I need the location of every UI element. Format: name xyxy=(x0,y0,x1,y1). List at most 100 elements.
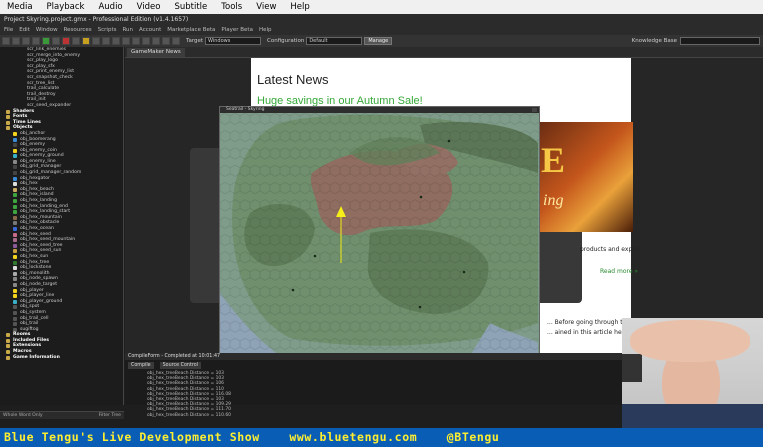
enemy-marker xyxy=(291,288,295,292)
news-tab-bar: GameMaker News xyxy=(125,47,763,58)
add-sound-icon[interactable] xyxy=(92,37,100,45)
gm-menu-player-beta[interactable]: Player Beta xyxy=(221,25,253,35)
gm-menu-window[interactable]: Window xyxy=(36,25,58,35)
object-icon xyxy=(13,316,17,321)
gm-menu-help[interactable]: Help xyxy=(259,25,272,35)
gamemaker-menu: File Edit Window Resources Scripts Run Account… xyxy=(0,25,763,35)
menu-video[interactable]: Video xyxy=(130,0,168,14)
gm-menu-resources[interactable]: Resources xyxy=(64,25,92,35)
filter-tree-label[interactable]: Filter Tree xyxy=(99,412,121,420)
open-project-icon[interactable] xyxy=(12,37,20,45)
news-products-text: products and export xyxy=(580,246,641,253)
stop-icon[interactable] xyxy=(62,37,70,45)
menu-tools[interactable]: Tools xyxy=(214,0,249,14)
add-path-icon[interactable] xyxy=(112,37,120,45)
object-icon xyxy=(13,176,17,181)
sale-banner-letter: E xyxy=(541,140,566,180)
add-shader-icon[interactable] xyxy=(132,37,140,45)
player-menubar: Media Playback Audio Video Subtitle Tools View… xyxy=(0,0,763,14)
news-body-line: ... ained in this article here: xyxy=(547,329,630,336)
tree-item-label: Game Information xyxy=(13,354,60,360)
gm-menu-file[interactable]: File xyxy=(4,25,13,35)
game-window[interactable]: Seatrail - Skyring xyxy=(219,106,540,356)
menu-subtitle[interactable]: Subtitle xyxy=(167,0,214,14)
clean-icon[interactable] xyxy=(72,37,80,45)
tab-gamemaker-news[interactable]: GameMaker News xyxy=(127,48,185,57)
webcam-overlay xyxy=(622,318,763,430)
read-more-link[interactable]: Read more » xyxy=(600,268,638,275)
run-game-icon[interactable] xyxy=(42,37,50,45)
object-icon xyxy=(13,310,17,315)
add-object-icon[interactable] xyxy=(162,37,170,45)
menu-media[interactable]: Media xyxy=(0,0,40,14)
target-select[interactable]: Windows xyxy=(205,37,262,45)
gm-menu-edit[interactable]: Edit xyxy=(19,25,30,35)
gm-menu-run[interactable]: Run xyxy=(122,25,133,35)
object-icon xyxy=(13,294,17,299)
menu-audio[interactable]: Audio xyxy=(91,0,129,14)
configuration-select[interactable]: Default xyxy=(306,37,363,45)
new-project-icon[interactable] xyxy=(2,37,10,45)
object-icon xyxy=(13,249,17,254)
gm-menu-account[interactable]: Account xyxy=(139,25,161,35)
show-title: Blue Tengu's Live Development Show xyxy=(4,430,260,444)
tree-folder[interactable]: Game Information xyxy=(0,355,123,361)
lamp-shape xyxy=(622,354,642,382)
object-icon xyxy=(13,193,17,198)
close-icon[interactable] xyxy=(532,108,537,112)
streamer-shirt xyxy=(622,404,763,430)
object-icon xyxy=(13,143,17,148)
object-icon xyxy=(13,260,17,265)
object-icon xyxy=(13,210,17,215)
object-icon xyxy=(13,288,17,293)
create-executable-icon[interactable] xyxy=(32,37,40,45)
folder-icon xyxy=(6,350,10,355)
sale-banner-word: ing xyxy=(543,192,564,209)
folder-icon xyxy=(6,338,10,343)
object-icon xyxy=(13,182,17,187)
gamemaker-toolbar: Target Windows Configuration Default Man… xyxy=(0,35,763,47)
add-background-icon[interactable] xyxy=(102,37,110,45)
add-font-icon[interactable] xyxy=(142,37,150,45)
object-icon xyxy=(13,238,17,243)
folder-icon xyxy=(6,109,10,114)
tab-compile[interactable]: Compile xyxy=(128,362,154,369)
object-icon xyxy=(13,254,17,259)
manage-button[interactable]: Manage xyxy=(364,37,393,45)
add-room-icon[interactable] xyxy=(172,37,180,45)
knowledge-base-search-input[interactable] xyxy=(680,37,760,45)
game-canvas[interactable] xyxy=(220,113,539,356)
streamer-hands xyxy=(630,320,750,362)
add-timeline-icon[interactable] xyxy=(152,37,160,45)
object-icon xyxy=(13,282,17,287)
news-title: Latest News xyxy=(257,72,329,87)
menu-view[interactable]: View xyxy=(249,0,283,14)
object-icon xyxy=(13,299,17,304)
stream-banner: Blue Tengu's Live Development Show www.b… xyxy=(0,428,763,447)
tab-source-control[interactable]: Source Control xyxy=(159,362,201,369)
target-label: Target xyxy=(186,38,204,44)
object-icon xyxy=(13,171,17,176)
object-icon xyxy=(13,305,17,310)
gm-menu-scripts[interactable]: Scripts xyxy=(98,25,117,35)
object-icon xyxy=(13,227,17,231)
menu-playback[interactable]: Playback xyxy=(40,0,92,14)
object-icon xyxy=(13,187,17,192)
object-icon xyxy=(13,277,17,282)
knowledge-base-label: Knowledge Base xyxy=(631,38,677,44)
object-icon xyxy=(13,148,17,153)
enemy-marker xyxy=(462,270,466,274)
menu-help[interactable]: Help xyxy=(283,0,316,14)
compile-tabs: Compile Source Control xyxy=(125,362,201,369)
twitter-handle: @BTengu xyxy=(446,430,500,444)
debug-game-icon[interactable] xyxy=(52,37,60,45)
whole-word-checkbox-label[interactable]: Whole Word Only xyxy=(3,412,43,420)
add-sprite-icon[interactable] xyxy=(82,37,90,45)
folder-icon xyxy=(6,355,10,360)
add-script-icon[interactable] xyxy=(122,37,130,45)
gm-menu-marketplace-beta[interactable]: Marketplace Beta xyxy=(167,25,215,35)
save-project-icon[interactable] xyxy=(22,37,30,45)
hex-grid-overlay xyxy=(220,113,539,356)
folder-icon xyxy=(6,333,10,338)
resource-tree[interactable]: scr_link_enemies scr_merge_into_enemy scr_… xyxy=(0,47,124,405)
